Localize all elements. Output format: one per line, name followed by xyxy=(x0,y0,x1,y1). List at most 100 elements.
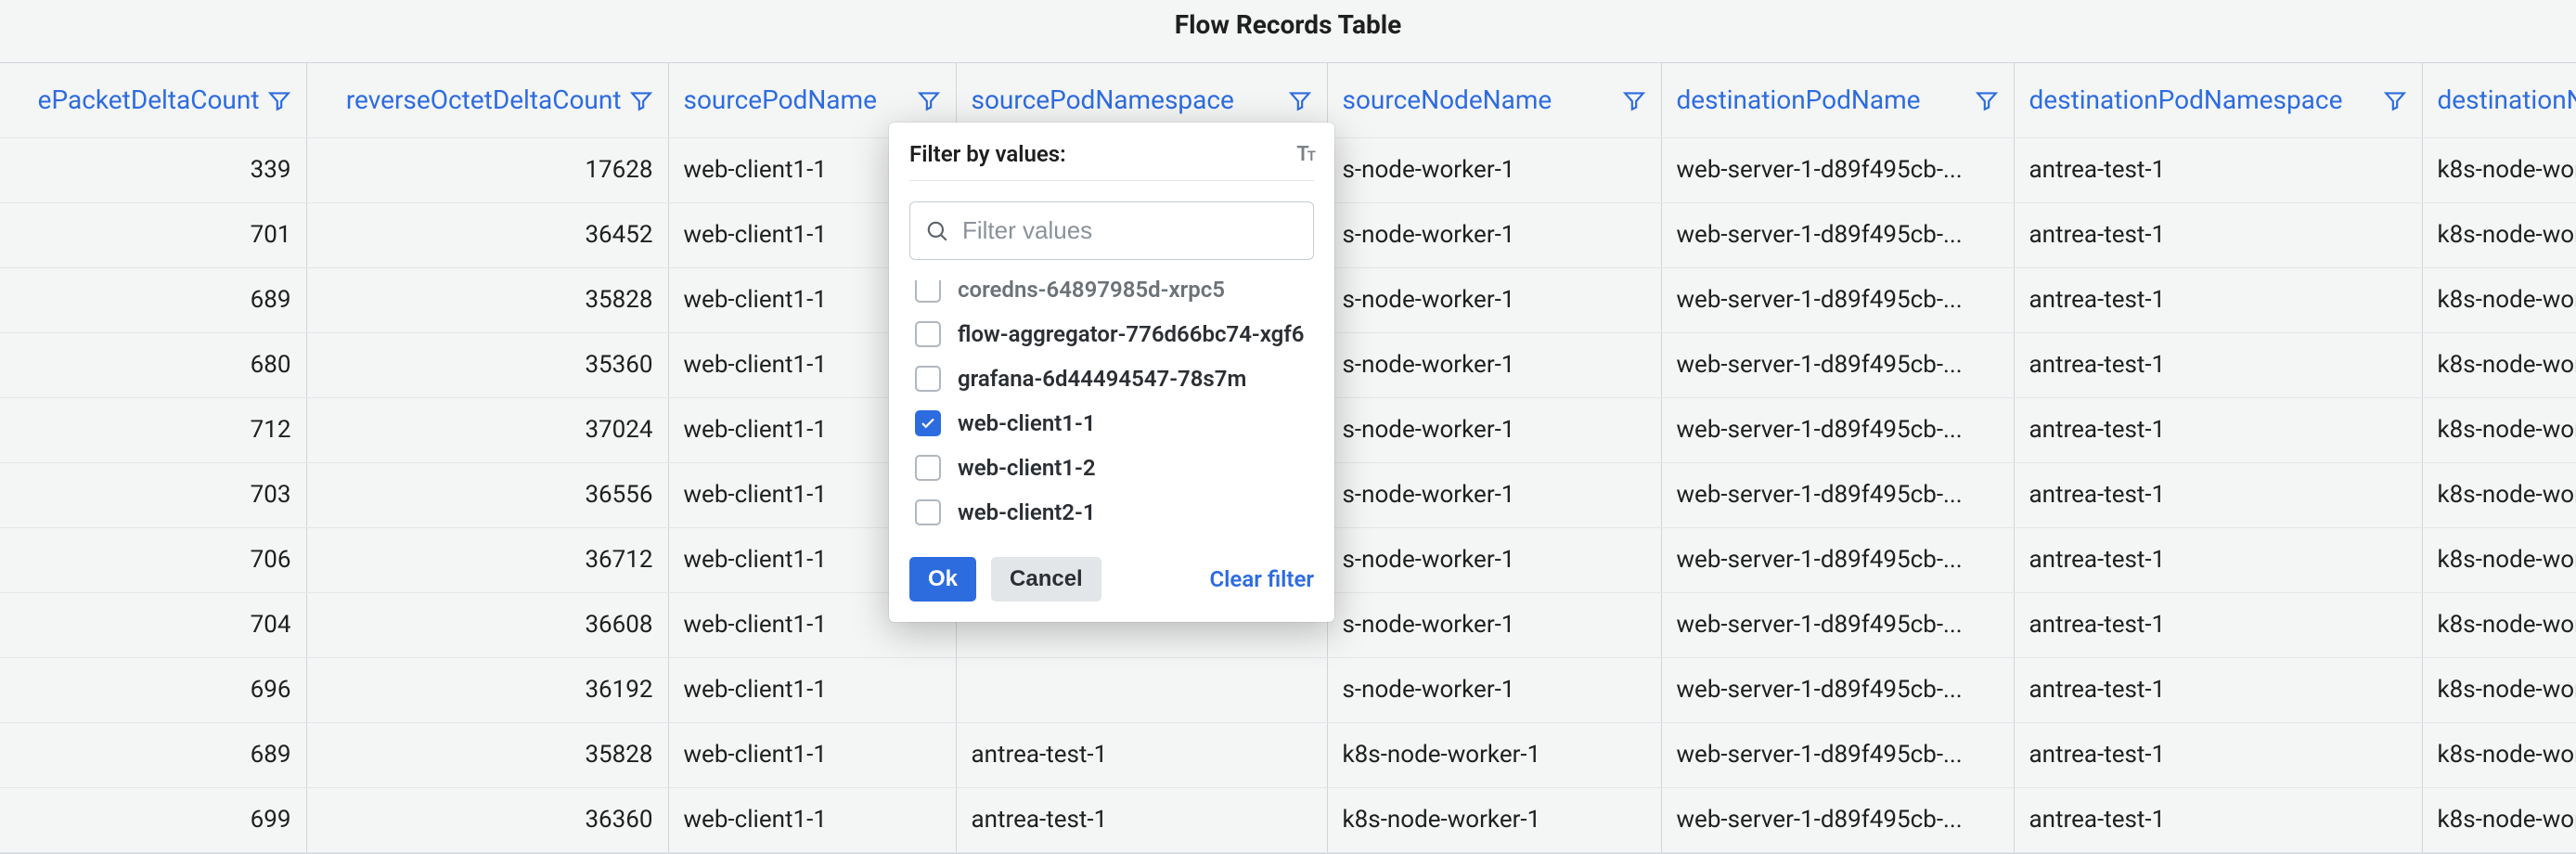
cell-ePacketDeltaCount: 689 xyxy=(0,722,306,787)
cell-reverseOctetDeltaCount: 36452 xyxy=(306,202,668,267)
filter-option[interactable]: web-client1-2 xyxy=(909,446,1314,490)
column-header-ePacketDeltaCount[interactable]: ePacketDeltaCount xyxy=(0,63,306,137)
cell-sourceNodeName: s-node-worker-1 xyxy=(1327,527,1661,592)
cell-reverseOctetDeltaCount: 36360 xyxy=(306,787,668,852)
cell-destinationPodNamespace: antrea-test-1 xyxy=(2014,787,2422,852)
cell-destinationNodeN: k8s-node-worker- xyxy=(2422,592,2576,657)
cell-destinationNodeN: k8s-node-worker- xyxy=(2422,267,2576,332)
cell-sourcePodName: web-client1-1 xyxy=(668,787,956,852)
filter-option-label: web-client1-2 xyxy=(958,455,1096,481)
cell-destinationNodeN: k8s-node-worker- xyxy=(2422,332,2576,397)
cell-sourcePodName: web-client1-1 xyxy=(668,657,956,722)
cell-destinationNodeN: k8s-node-worker- xyxy=(2422,787,2576,852)
cell-sourceNodeName: s-node-worker-1 xyxy=(1327,397,1661,462)
filter-icon[interactable] xyxy=(2383,88,2407,112)
cell-destinationNodeN: k8s-node-worker- xyxy=(2422,462,2576,527)
filter-option[interactable]: coredns-64897985d-xrpc5 xyxy=(909,280,1314,312)
filter-option[interactable]: grafana-6d44494547-78s7m xyxy=(909,356,1314,401)
cell-destinationNodeN: k8s-node-worker- xyxy=(2422,137,2576,202)
filter-icon[interactable] xyxy=(1622,88,1646,112)
cell-destinationPodName: web-server-1-d89f495cb-... xyxy=(1661,137,2014,202)
column-label: sourceNodeName xyxy=(1343,84,1552,115)
checkbox[interactable] xyxy=(915,455,941,481)
cell-destinationPodName: web-server-1-d89f495cb-... xyxy=(1661,267,2014,332)
cell-destinationPodName: web-server-1-d89f495cb-... xyxy=(1661,397,2014,462)
cell-reverseOctetDeltaCount: 36608 xyxy=(306,592,668,657)
cell-destinationPodNamespace: antrea-test-1 xyxy=(2014,462,2422,527)
filter-icon[interactable] xyxy=(917,88,941,112)
cell-ePacketDeltaCount: 689 xyxy=(0,267,306,332)
cell-ePacketDeltaCount: 339 xyxy=(0,137,306,202)
filter-icon[interactable] xyxy=(1288,88,1312,112)
search-icon xyxy=(925,219,949,243)
cell-destinationPodName: web-server-1-d89f495cb-... xyxy=(1661,332,2014,397)
column-header-destinationNodeN[interactable]: destinationNodeN xyxy=(2422,63,2576,137)
filter-icon[interactable] xyxy=(267,88,291,112)
column-header-sourceNodeName[interactable]: sourceNodeName xyxy=(1327,63,1661,137)
filter-icon[interactable] xyxy=(1975,88,1999,112)
cell-reverseOctetDeltaCount: 36556 xyxy=(306,462,668,527)
checkbox[interactable] xyxy=(915,410,941,436)
column-label: sourcePodNamespace xyxy=(972,84,1234,115)
filter-option[interactable]: web-client2-1 xyxy=(909,490,1314,535)
cell-destinationPodName: web-server-1-d89f495cb-... xyxy=(1661,787,2014,852)
column-label: destinationPodName xyxy=(1677,84,1921,115)
filter-option[interactable]: flow-aggregator-776d66bc74-xgf6 xyxy=(909,312,1314,356)
cell-destinationPodName: web-server-1-d89f495cb-... xyxy=(1661,527,2014,592)
checkbox[interactable] xyxy=(915,321,941,347)
cell-ePacketDeltaCount: 706 xyxy=(0,527,306,592)
cell-destinationPodName: web-server-1-d89f495cb-... xyxy=(1661,592,2014,657)
column-header-destinationPodNamespace[interactable]: destinationPodNamespace xyxy=(2014,63,2422,137)
filter-option-label: web-client2-1 xyxy=(958,499,1096,525)
cell-ePacketDeltaCount: 699 xyxy=(0,787,306,852)
filter-option-label: grafana-6d44494547-78s7m xyxy=(958,366,1246,392)
cell-ePacketDeltaCount: 712 xyxy=(0,397,306,462)
cell-ePacketDeltaCount: 701 xyxy=(0,202,306,267)
cell-sourceNodeName: k8s-node-worker-1 xyxy=(1327,787,1661,852)
cell-destinationNodeN: k8s-node-worker- xyxy=(2422,397,2576,462)
cell-destinationNodeN: k8s-node-worker- xyxy=(2422,527,2576,592)
cell-sourceNodeName: s-node-worker-1 xyxy=(1327,462,1661,527)
cell-destinationPodNamespace: antrea-test-1 xyxy=(2014,592,2422,657)
cell-destinationPodNamespace: antrea-test-1 xyxy=(2014,397,2422,462)
cell-reverseOctetDeltaCount: 37024 xyxy=(306,397,668,462)
filter-icon[interactable] xyxy=(629,88,653,112)
cell-reverseOctetDeltaCount: 36192 xyxy=(306,657,668,722)
column-label: destinationPodNamespace xyxy=(2029,84,2343,115)
checkbox[interactable] xyxy=(915,499,941,525)
ok-button[interactable]: Ok xyxy=(909,557,976,602)
cell-destinationPodNamespace: antrea-test-1 xyxy=(2014,137,2422,202)
cell-sourcePodName: web-client1-1 xyxy=(668,722,956,787)
filter-option-label: coredns-64897985d-xrpc5 xyxy=(958,280,1225,303)
cell-destinationPodName: web-server-1-d89f495cb-... xyxy=(1661,202,2014,267)
filter-option[interactable]: web-client1-1 xyxy=(909,401,1314,446)
column-header-reverseOctetDeltaCount[interactable]: reverseOctetDeltaCount xyxy=(306,63,668,137)
cell-sourceNodeName: s-node-worker-1 xyxy=(1327,267,1661,332)
checkbox[interactable] xyxy=(915,366,941,392)
filter-option-label: web-client1-1 xyxy=(958,410,1096,436)
cell-destinationPodName: web-server-1-d89f495cb-... xyxy=(1661,722,2014,787)
cell-sourceNodeName: s-node-worker-1 xyxy=(1327,657,1661,722)
clear-filter-link[interactable]: Clear filter xyxy=(1209,566,1314,592)
cell-ePacketDeltaCount: 696 xyxy=(0,657,306,722)
cell-reverseOctetDeltaCount: 17628 xyxy=(306,137,668,202)
column-label: reverseOctetDeltaCount xyxy=(346,84,622,115)
text-size-icon[interactable]: TT xyxy=(1296,143,1314,166)
cell-destinationPodNamespace: antrea-test-1 xyxy=(2014,722,2422,787)
table-row: 69936360web-client1-1antrea-test-1k8s-no… xyxy=(0,787,2576,852)
cell-destinationPodName: web-server-1-d89f495cb-... xyxy=(1661,657,2014,722)
cell-destinationNodeN: k8s-node-worker- xyxy=(2422,722,2576,787)
filter-values-input-wrap[interactable] xyxy=(909,201,1314,260)
table-row: 68935828web-client1-1antrea-test-1k8s-no… xyxy=(0,722,2576,787)
page-title: Flow Records Table xyxy=(0,9,2576,40)
cell-reverseOctetDeltaCount: 35828 xyxy=(306,267,668,332)
checkbox[interactable] xyxy=(915,280,941,303)
filter-values-input[interactable] xyxy=(960,215,1298,246)
cell-sourceNodeName: s-node-worker-1 xyxy=(1327,592,1661,657)
cell-destinationPodNamespace: antrea-test-1 xyxy=(2014,332,2422,397)
cell-destinationPodName: web-server-1-d89f495cb-... xyxy=(1661,462,2014,527)
cancel-button[interactable]: Cancel xyxy=(991,557,1101,602)
cell-reverseOctetDeltaCount: 36712 xyxy=(306,527,668,592)
cell-sourcePodNamespace xyxy=(956,657,1327,722)
column-header-destinationPodName[interactable]: destinationPodName xyxy=(1661,63,2014,137)
